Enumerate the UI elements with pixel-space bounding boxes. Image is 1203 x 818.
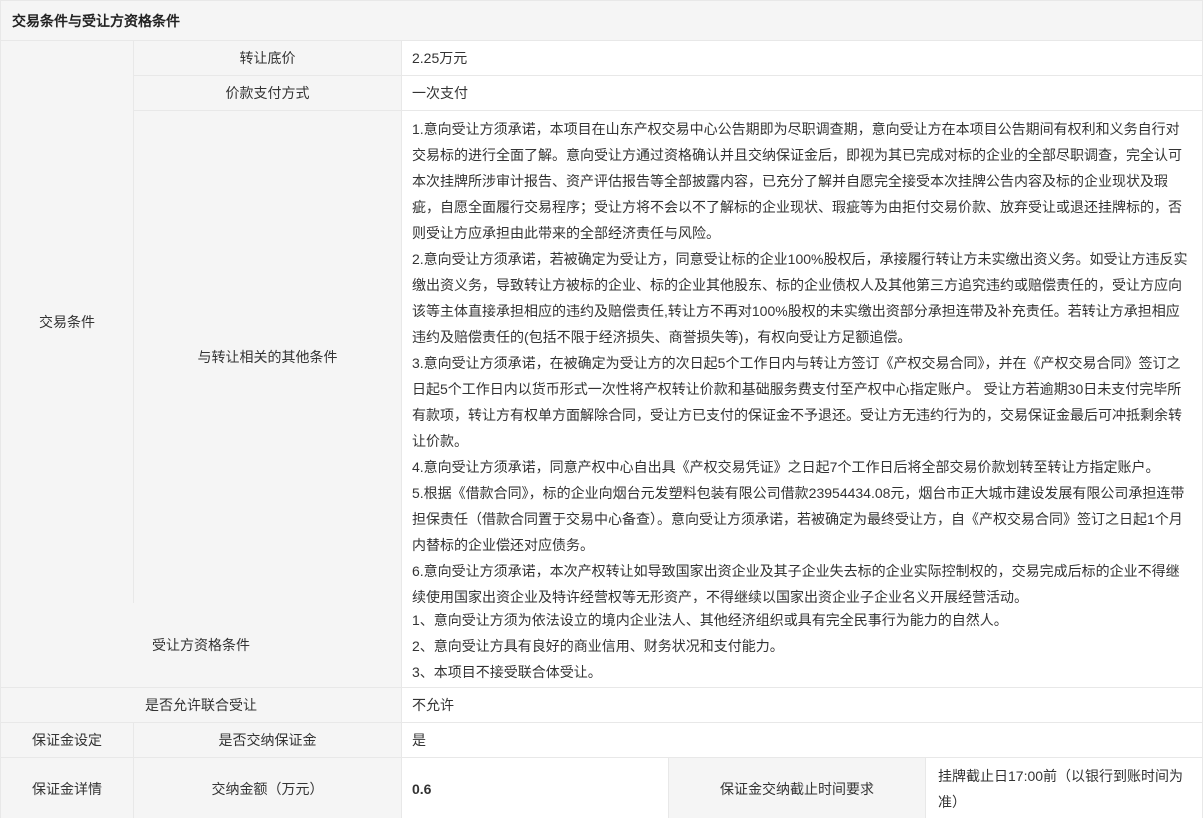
deposit-deadline-value: 挂牌截止日17:00前（以银行到账时间为准） — [926, 758, 1202, 818]
trade-conditions-rows: 转让底价 2.25万元 价款支付方式 一次支付 与转让相关的其他条件 1.意向受… — [134, 41, 1202, 603]
deposit-amount-label: 交纳金额（万元） — [134, 758, 402, 818]
transferee-qualifications-items: 1、意向受让方须为依法设立的境内企业法人、其他经济组织或具有完全民事行为能力的自… — [402, 603, 1202, 687]
table-row-deposit-setting: 保证金设定 是否交纳保证金 是 — [1, 723, 1202, 758]
other-conditions-paragraph-3: 3.意向受让方须承诺，在被确定为受让方的次日起5个工作日内与转让方签订《产权交易… — [412, 350, 1188, 454]
payment-method-value: 一次支付 — [402, 76, 1202, 110]
trade-conditions-group-label: 交易条件 — [1, 41, 134, 603]
trade-conditions-band: 交易条件 转让底价 2.25万元 价款支付方式 一次支付 与转让相关的其他条件 … — [1, 41, 1202, 603]
deposit-deadline-label: 保证金交纳截止时间要求 — [669, 758, 926, 818]
joint-transfer-label: 是否允许联合受让 — [1, 688, 402, 722]
qualification-item-1: 1、意向受让方须为依法设立的境内企业法人、其他经济组织或具有完全民事行为能力的自… — [412, 607, 1190, 633]
other-conditions-paragraph-1: 1.意向受让方须承诺，本项目在山东产权交易中心公告期即为尽职调查期，意向受让方在… — [412, 116, 1188, 246]
transaction-conditions-section: 交易条件与受让方资格条件 交易条件 转让底价 2.25万元 价款支付方式 一次支… — [0, 0, 1203, 818]
table-row-joint-transfer: 是否允许联合受让 不允许 — [1, 688, 1202, 723]
other-conditions-paragraph-6: 6.意向受让方须承诺，本次产权转让如导致国家出资企业及其子企业失去标的企业实际控… — [412, 558, 1188, 603]
table-row-other-conditions: 与转让相关的其他条件 1.意向受让方须承诺，本项目在山东产权交易中心公告期即为尽… — [134, 111, 1202, 603]
table-row-payment-method: 价款支付方式 一次支付 — [134, 76, 1202, 111]
other-conditions-label: 与转让相关的其他条件 — [134, 111, 402, 603]
table-row-transfer-floor-price: 转让底价 2.25万元 — [134, 41, 1202, 76]
joint-transfer-value: 不允许 — [402, 688, 1202, 722]
deposit-amount-value: 0.6 — [402, 758, 669, 818]
transferee-qualifications-label: 受让方资格条件 — [1, 603, 402, 687]
qualification-item-3: 3、本项目不接受联合体受让。 — [412, 659, 1190, 685]
other-conditions-paragraph-4: 4.意向受让方须承诺，同意产权中心自出具《产权交易凭证》之日起7个工作日后将全部… — [412, 454, 1188, 480]
other-conditions-text: 1.意向受让方须承诺，本项目在山东产权交易中心公告期即为尽职调查期，意向受让方在… — [402, 111, 1202, 603]
qualification-item-2: 2、意向受让方具有良好的商业信用、财务状况和支付能力。 — [412, 633, 1190, 659]
transfer-floor-price-value: 2.25万元 — [402, 41, 1202, 75]
deposit-setting-value: 是 — [402, 723, 1202, 757]
table-row-transferee-qualifications: 受让方资格条件 1、意向受让方须为依法设立的境内企业法人、其他经济组织或具有完全… — [1, 603, 1202, 688]
transfer-floor-price-label: 转让底价 — [134, 41, 402, 75]
deposit-setting-label: 是否交纳保证金 — [134, 723, 402, 757]
section-title: 交易条件与受让方资格条件 — [1, 1, 1202, 41]
payment-method-label: 价款支付方式 — [134, 76, 402, 110]
deposit-details-group-label: 保证金详情 — [1, 758, 134, 818]
other-conditions-paragraph-5: 5.根据《借款合同》，标的企业向烟台元发塑料包装有限公司借款23954434.0… — [412, 480, 1188, 558]
other-conditions-paragraph-2: 2.意向受让方须承诺，若被确定为受让方，同意受让标的企业100%股权后，承接履行… — [412, 246, 1188, 350]
deposit-setting-group-label: 保证金设定 — [1, 723, 134, 757]
table-row-deposit-details: 保证金详情 交纳金额（万元） 0.6 保证金交纳截止时间要求 挂牌截止日17:0… — [1, 758, 1202, 818]
